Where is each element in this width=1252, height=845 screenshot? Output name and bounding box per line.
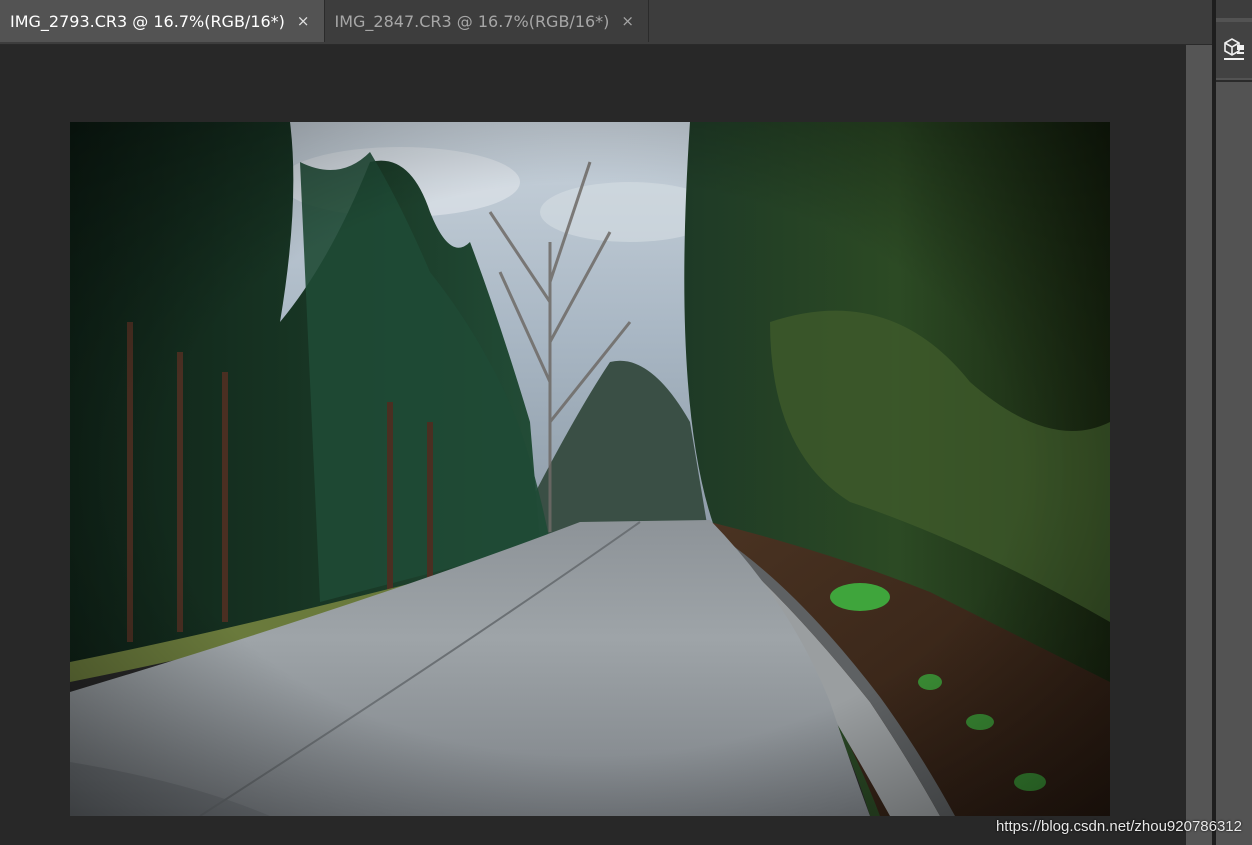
photoshop-window: IMG_2793.CR3 @ 16.7%(RGB/16*) × IMG_2847… (0, 0, 1252, 845)
tab-title: IMG_2793.CR3 @ 16.7%(RGB/16*) (10, 11, 285, 31)
close-icon[interactable]: × (297, 13, 310, 29)
document-tab-bar: IMG_2793.CR3 @ 16.7%(RGB/16*) × IMG_2847… (0, 0, 1212, 45)
photo-forest-road (70, 122, 1110, 816)
tab-img-2847[interactable]: IMG_2847.CR3 @ 16.7%(RGB/16*) × (325, 0, 649, 42)
watermark: https://blog.csdn.net/zhou920786312 (995, 818, 1242, 835)
3d-cube-icon (1224, 38, 1244, 60)
close-icon[interactable]: × (621, 13, 634, 29)
document-canvas[interactable] (0, 45, 1186, 845)
vertical-scrollbar[interactable] (1186, 45, 1212, 845)
panel-grip[interactable] (1216, 0, 1252, 18)
tab-img-2793[interactable]: IMG_2793.CR3 @ 16.7%(RGB/16*) × (0, 0, 325, 42)
right-panel-dock (1216, 0, 1252, 845)
panel-separator (1216, 80, 1252, 82)
scrollbar-thumb[interactable] (1186, 45, 1212, 845)
3d-panel-button[interactable] (1216, 22, 1252, 78)
tab-title: IMG_2847.CR3 @ 16.7%(RGB/16*) (334, 11, 610, 31)
